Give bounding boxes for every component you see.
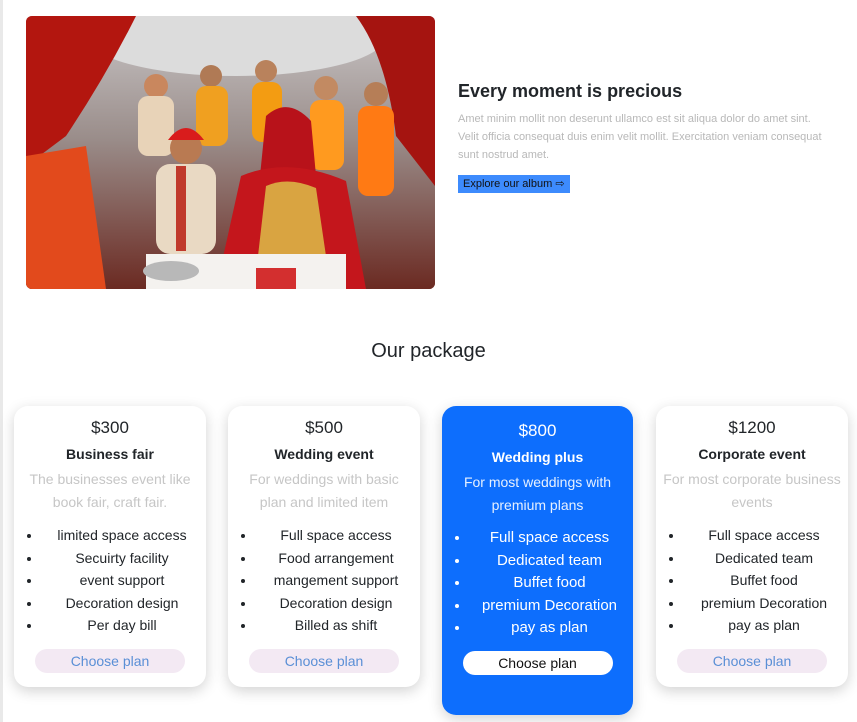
feature-item: Full space access bbox=[256, 524, 420, 547]
feature-item: Decoration design bbox=[256, 592, 420, 615]
choose-plan-button[interactable]: Choose plan bbox=[677, 648, 827, 673]
feature-item: pay as plan bbox=[684, 614, 848, 637]
packages-section-title: Our package bbox=[371, 340, 486, 362]
package-price: $1200 bbox=[728, 418, 776, 437]
package-description: For most corporate business events bbox=[663, 471, 841, 510]
explore-album-button[interactable]: Explore our album ⇨ bbox=[458, 175, 570, 193]
feature-item: Per day bill bbox=[42, 614, 206, 637]
package-features-list: Full space access Dedicated team Buffet … bbox=[656, 524, 848, 637]
feature-item: Buffet food bbox=[684, 569, 848, 592]
package-card-wedding-event: $500 Wedding event For weddings with bas… bbox=[228, 406, 420, 687]
package-name: Corporate event bbox=[698, 446, 806, 462]
package-features-list: Full space access Dedicated team Buffet … bbox=[442, 527, 633, 640]
feature-item: Dedicated team bbox=[470, 550, 633, 573]
package-price: $300 bbox=[91, 418, 129, 437]
choose-plan-button[interactable]: Choose plan bbox=[249, 648, 399, 673]
hero-description: Amet minim mollit non deserunt ullamco e… bbox=[458, 113, 822, 161]
package-card-wedding-plus: $800 Wedding plus For most weddings with… bbox=[442, 406, 633, 715]
hero-text-block: Every moment is precious Amet minim moll… bbox=[458, 80, 838, 193]
package-price: $500 bbox=[305, 418, 343, 437]
feature-item: Buffet food bbox=[470, 572, 633, 595]
feature-item: premium Decoration bbox=[684, 592, 848, 615]
feature-item: Food arrangement bbox=[256, 547, 420, 570]
package-card-corporate-event: $1200 Corporate event For most corporate… bbox=[656, 406, 848, 687]
package-name: Business fair bbox=[66, 446, 154, 462]
feature-item: Full space access bbox=[684, 524, 848, 547]
feature-item: Full space access bbox=[470, 527, 633, 550]
feature-item: Billed as shift bbox=[256, 614, 420, 637]
feature-item: premium Decoration bbox=[470, 595, 633, 618]
feature-item: pay as plan bbox=[470, 617, 633, 640]
feature-item: Secuirty facility bbox=[42, 547, 206, 570]
package-price: $800 bbox=[518, 421, 557, 440]
hero-wedding-image bbox=[26, 16, 435, 289]
package-features-list: limited space access Secuirty facility e… bbox=[14, 524, 206, 637]
feature-item: mangement support bbox=[256, 569, 420, 592]
feature-item: Decoration design bbox=[42, 592, 206, 615]
package-description: For weddings with basic plan and limited… bbox=[249, 471, 399, 510]
package-name: Wedding event bbox=[274, 446, 374, 462]
hero-title: Every moment is precious bbox=[458, 81, 683, 101]
package-name: Wedding plus bbox=[491, 449, 584, 465]
choose-plan-button[interactable]: Choose plan bbox=[35, 648, 185, 673]
package-description: For most weddings with premium plans bbox=[463, 474, 612, 513]
wedding-photo-illustration bbox=[26, 16, 435, 289]
choose-plan-button[interactable]: Choose plan bbox=[462, 650, 613, 675]
feature-item: Dedicated team bbox=[684, 547, 848, 570]
package-card-business-fair: $300 Business fair The businesses event … bbox=[14, 406, 206, 687]
package-description: The businesses event like book fair, cra… bbox=[29, 471, 191, 510]
feature-item: limited space access bbox=[42, 524, 206, 547]
package-features-list: Full space access Food arrangement mange… bbox=[228, 524, 420, 637]
feature-item: event support bbox=[42, 569, 206, 592]
